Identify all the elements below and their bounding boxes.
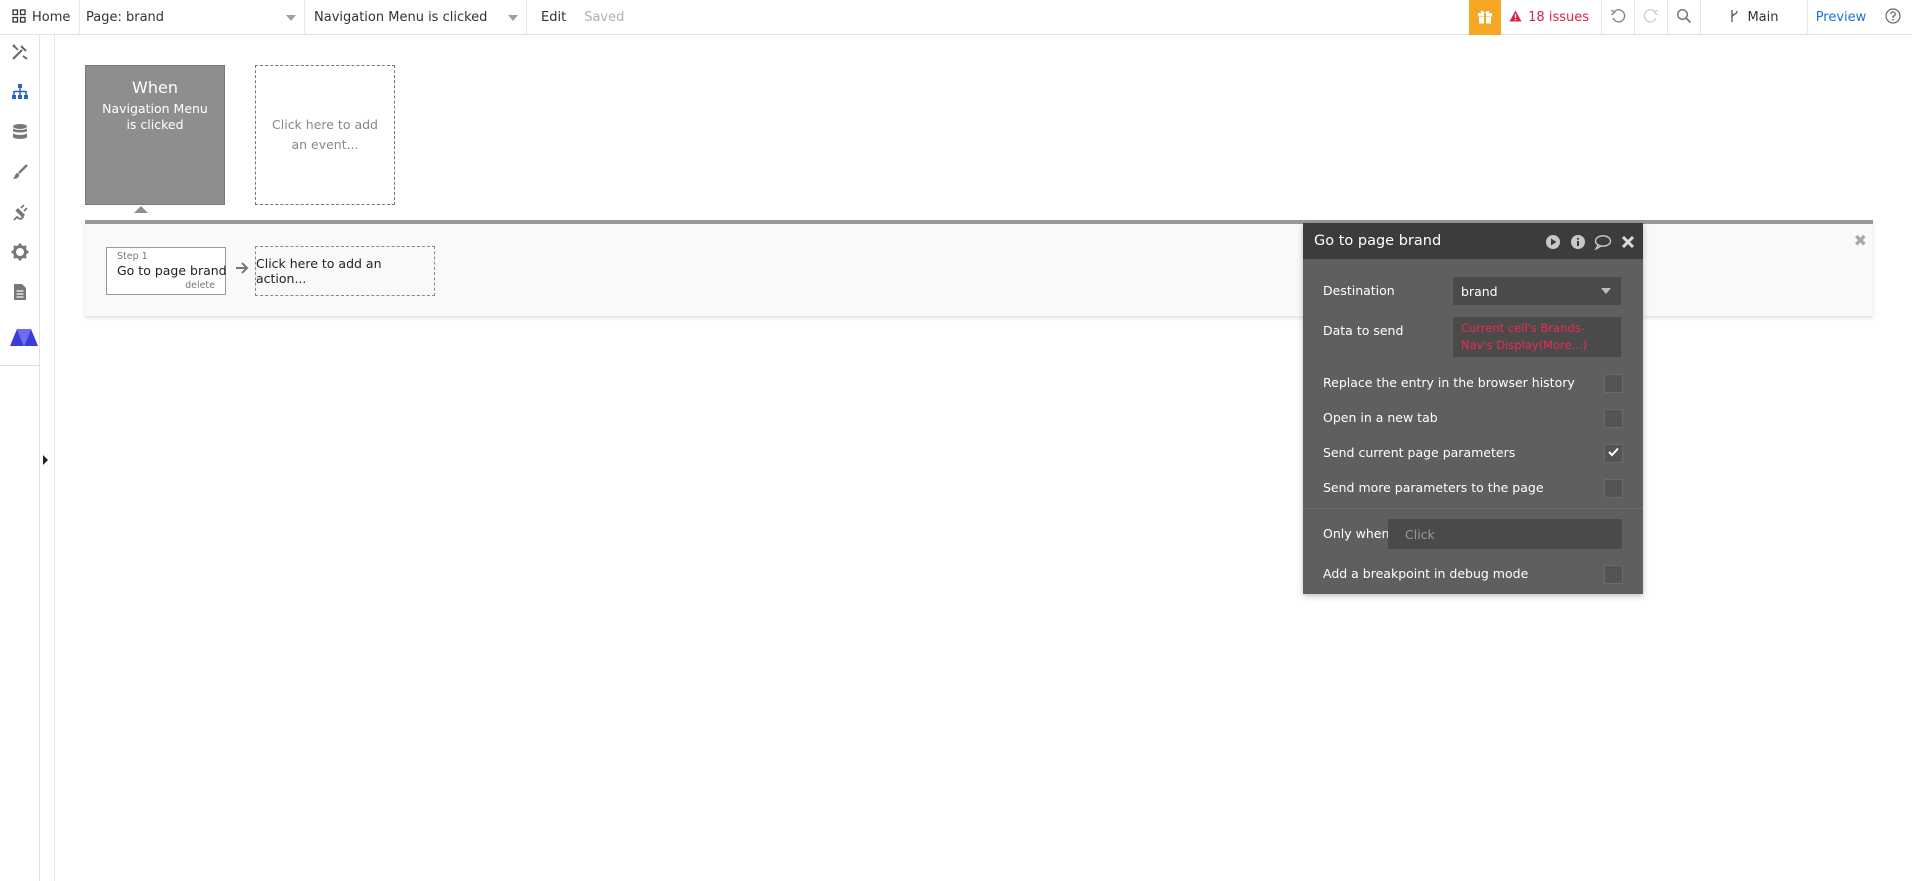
new-tab-checkbox[interactable] <box>1604 409 1623 428</box>
chevron-down-icon <box>1601 288 1611 294</box>
chevron-down-icon <box>508 14 518 21</box>
help-icon <box>1885 7 1901 28</box>
destination-value: brand <box>1461 283 1498 299</box>
replace-history-checkbox[interactable] <box>1604 374 1623 393</box>
arrow-right-icon <box>235 261 249 279</box>
only-when-input[interactable]: Click <box>1388 519 1622 549</box>
expand-panel-icon[interactable] <box>43 455 48 465</box>
bubble-logo-icon <box>9 328 39 352</box>
redo-icon <box>1643 8 1659 28</box>
send-more-params-label: Send more parameters to the page <box>1323 480 1544 495</box>
add-event-button[interactable]: Click here to add an event... <box>255 65 395 205</box>
info-icon[interactable] <box>1568 232 1587 251</box>
step-1-box[interactable]: Step 1 Go to page brand delete <box>106 247 227 295</box>
data-to-send-label: Data to send <box>1323 323 1404 338</box>
design-icon <box>11 43 29 65</box>
panel-title: Go to page brand <box>1314 233 1442 249</box>
gift-icon <box>1476 7 1494 29</box>
gift-button[interactable] <box>1469 0 1502 35</box>
redo-button[interactable] <box>1635 0 1668 35</box>
event-selector[interactable]: Navigation Menu is clicked <box>305 0 527 35</box>
destination-label: Destination <box>1323 283 1395 298</box>
step-title: Go to page brand <box>117 263 227 278</box>
close-icon[interactable]: ✖ <box>1854 231 1867 250</box>
workflow-icon <box>11 83 29 105</box>
branch-icon <box>1729 9 1739 27</box>
styles-tab[interactable] <box>8 162 32 186</box>
send-current-params-checkbox[interactable] <box>1604 444 1623 463</box>
issues-button[interactable]: 18 issues <box>1501 0 1602 35</box>
only-when-label: Only when <box>1323 526 1390 541</box>
undo-icon <box>1610 8 1626 28</box>
branch-label: Main <box>1747 10 1779 25</box>
action-property-panel: Go to page brand Destination brand Data … <box>1303 223 1643 594</box>
add-action-button[interactable]: Click here to add an action... <box>255 246 435 296</box>
canvas-left-border <box>54 35 55 881</box>
data-to-send-expression[interactable]: Current cell's Brands-Nav's Display(More… <box>1453 317 1621 357</box>
event-trigger-label: Navigation Menu is clicked <box>102 101 208 132</box>
workflow-tab[interactable] <box>8 82 32 106</box>
edit-area: Edit Saved <box>527 0 624 35</box>
help-button[interactable] <box>1874 0 1912 35</box>
panel-header-icons <box>1543 232 1637 251</box>
play-icon[interactable] <box>1543 232 1562 251</box>
warning-icon <box>1509 10 1522 26</box>
gear-icon <box>11 243 29 265</box>
settings-tab[interactable] <box>8 242 32 266</box>
brush-icon <box>11 163 29 185</box>
issues-count: 18 issues <box>1528 10 1589 25</box>
send-more-params-checkbox[interactable] <box>1604 479 1623 498</box>
send-current-params-label: Send current page parameters <box>1323 445 1516 460</box>
step-number: Step 1 <box>117 251 148 262</box>
comment-icon[interactable] <box>1593 232 1612 251</box>
saved-status: Saved <box>584 10 625 25</box>
document-icon <box>13 283 27 305</box>
data-tab[interactable] <box>8 122 32 146</box>
preview-button[interactable]: Preview <box>1808 0 1874 35</box>
event-when-label: When <box>132 78 178 97</box>
checkmark-icon <box>1608 446 1619 461</box>
step-delete-link[interactable]: delete <box>185 280 215 291</box>
top-bar: Home Page: brand Navigation Menu is clic… <box>0 0 1912 35</box>
replace-history-label: Replace the entry in the browser history <box>1323 375 1575 390</box>
chevron-down-icon <box>286 14 296 21</box>
event-box-navigation-clicked[interactable]: When Navigation Menu is clicked <box>85 65 225 213</box>
panel-divider <box>1303 508 1643 509</box>
breakpoint-label: Add a breakpoint in debug mode <box>1323 566 1529 581</box>
panel-header: Go to page brand <box>1303 223 1643 259</box>
plug-icon <box>11 203 29 225</box>
event-selector-label: Navigation Menu is clicked <box>314 10 488 25</box>
home-button[interactable]: Home <box>0 0 80 35</box>
sidebar-divider <box>0 365 40 366</box>
breakpoint-checkbox[interactable] <box>1604 565 1623 584</box>
bubble-logo[interactable] <box>9 328 39 352</box>
data-icon <box>12 123 28 145</box>
undo-button[interactable] <box>1602 0 1635 35</box>
new-tab-label: Open in a new tab <box>1323 410 1438 425</box>
design-tab[interactable] <box>8 42 32 66</box>
search-button[interactable] <box>1668 0 1701 35</box>
logs-tab[interactable] <box>8 282 32 306</box>
close-icon[interactable] <box>1618 232 1637 251</box>
destination-select[interactable]: brand <box>1453 277 1621 305</box>
preview-label: Preview <box>1815 10 1867 25</box>
search-icon <box>1676 8 1692 28</box>
edit-menu[interactable]: Edit <box>541 10 566 25</box>
page-selector-label: Page: brand <box>86 10 165 25</box>
apps-grid-icon <box>12 8 26 27</box>
branch-selector[interactable]: Main <box>1701 0 1808 35</box>
plugins-tab[interactable] <box>8 202 32 226</box>
event-selected-pointer <box>134 206 148 213</box>
page-selector[interactable]: Page: brand <box>80 0 305 35</box>
home-label: Home <box>32 10 71 25</box>
sidebar <box>0 35 40 881</box>
